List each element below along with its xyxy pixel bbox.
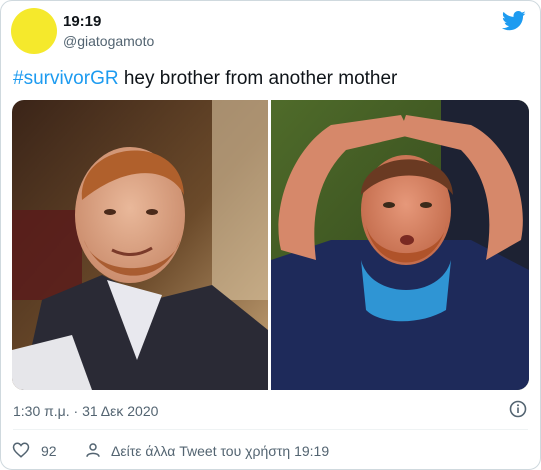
tweet-text: #survivorGR hey brother from another mot… (13, 67, 397, 91)
info-icon[interactable] (509, 400, 527, 418)
avatar[interactable] (11, 8, 57, 54)
timestamp[interactable]: 1:30 π.μ. · 31 Δεκ 2020 (13, 403, 158, 419)
like-count[interactable]: 92 (41, 443, 57, 459)
hashtag-link[interactable]: #survivorGR (13, 68, 119, 89)
person-icon[interactable] (84, 441, 102, 459)
media-grid[interactable] (12, 100, 529, 390)
author-handle[interactable]: @giatogamoto (63, 33, 154, 49)
photo-left[interactable] (12, 100, 268, 390)
author-name[interactable]: 19:19 (63, 13, 101, 30)
heart-icon[interactable] (12, 441, 30, 459)
photo-right[interactable] (271, 100, 529, 390)
twitter-bird-icon[interactable] (502, 11, 526, 31)
tweet-card[interactable]: 19:19 @giatogamoto #survivorGR hey broth… (0, 0, 541, 470)
tweet-body: hey brother from another mother (118, 68, 398, 89)
profile-link[interactable]: Δείτε άλλα Tweet του χρήστη 19:19 (111, 443, 329, 459)
divider (13, 429, 528, 430)
